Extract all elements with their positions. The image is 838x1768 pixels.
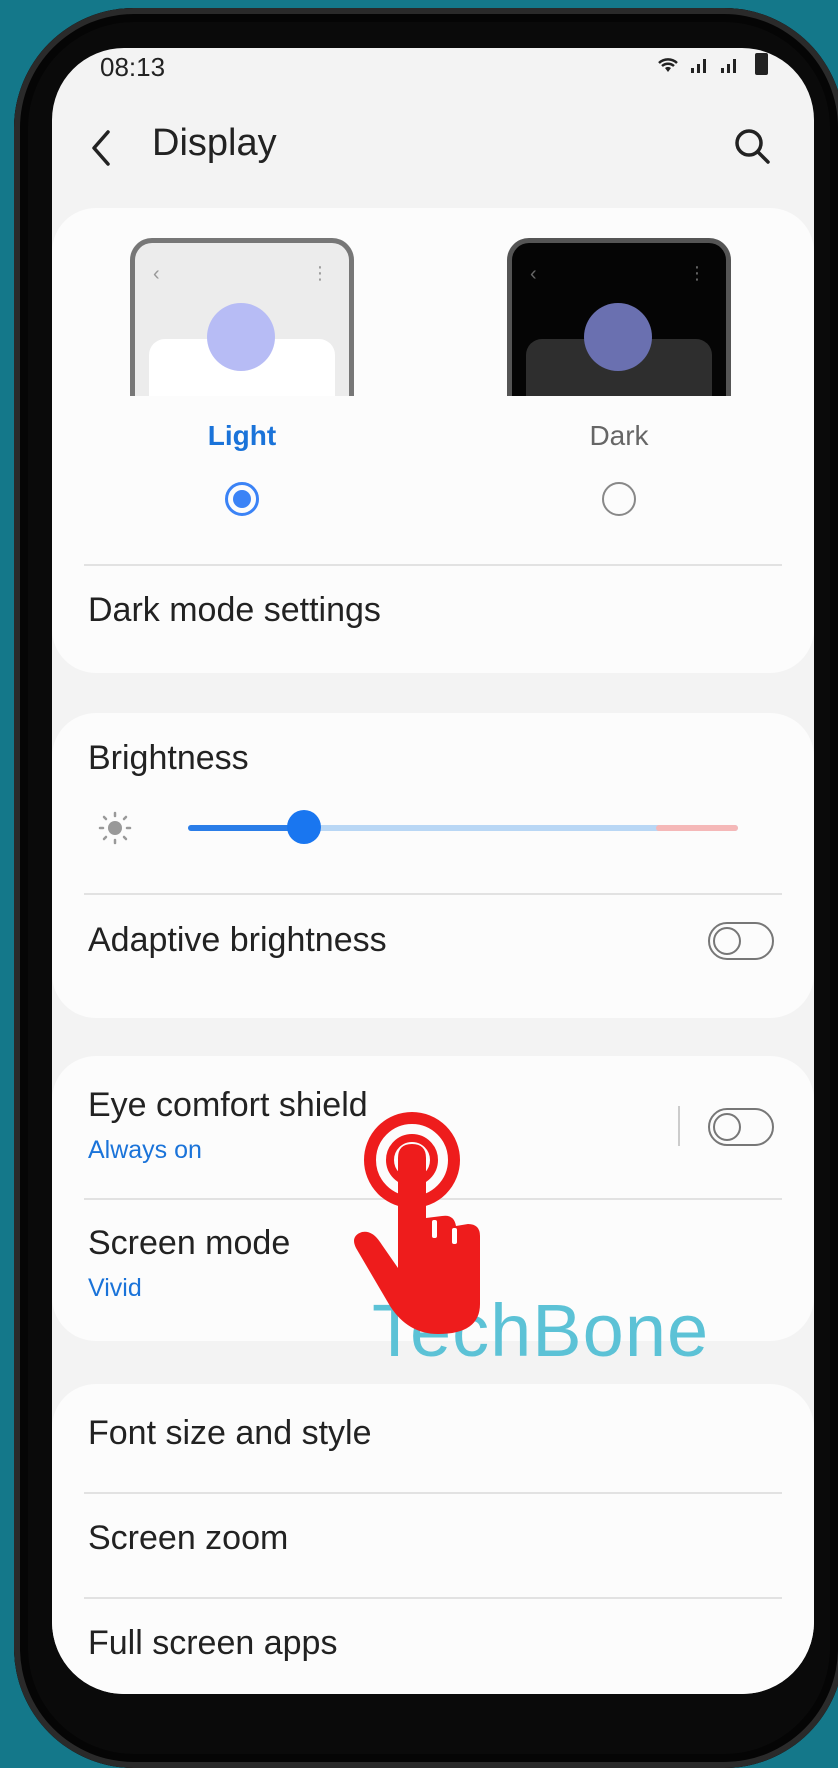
wifi-icon xyxy=(657,58,678,72)
back-arrow-icon[interactable] xyxy=(82,118,122,178)
signal-icon xyxy=(690,59,706,73)
vertical-separator xyxy=(678,1106,680,1146)
preview-more-icon: ⋮ xyxy=(311,263,329,283)
light-mode-option[interactable]: ‹ ⋮ Light xyxy=(130,238,354,516)
dark-mode-option[interactable]: ‹ ⋮ Dark xyxy=(507,238,731,516)
light-mode-preview[interactable]: ‹ ⋮ xyxy=(130,238,354,396)
dark-mode-radio[interactable] xyxy=(602,482,636,516)
screen-mode-label[interactable]: Screen mode xyxy=(88,1224,290,1263)
screen: 08:13 Display ‹ ⋮ Light ‹ ⋮ Dark Dark mo… xyxy=(52,48,814,1694)
brightness-slider-thumb[interactable] xyxy=(286,810,321,844)
divider xyxy=(84,564,782,566)
status-icons xyxy=(655,52,768,78)
tap-hand-icon xyxy=(354,1112,480,1334)
preview-circle xyxy=(207,303,275,371)
preview-back-icon: ‹ xyxy=(153,263,160,285)
dark-mode-settings-item[interactable]: Dark mode settings xyxy=(88,591,778,651)
light-mode-label: Light xyxy=(207,420,277,451)
divider xyxy=(84,893,782,895)
screen-zoom-item[interactable]: Screen zoom xyxy=(88,1519,288,1558)
brightness-slider[interactable] xyxy=(188,825,738,831)
status-time: 08:13 xyxy=(100,52,166,82)
page-title: Display xyxy=(152,122,277,164)
battery-icon xyxy=(755,53,768,75)
preview-circle xyxy=(584,303,652,371)
app-bar: Display xyxy=(52,110,814,190)
search-icon[interactable] xyxy=(728,122,778,172)
dark-mode-preview[interactable]: ‹ ⋮ xyxy=(507,238,731,396)
divider xyxy=(84,1492,782,1494)
dark-mode-label: Dark xyxy=(589,420,649,451)
preview-more-icon: ⋮ xyxy=(688,263,706,283)
signal-icon-2 xyxy=(720,59,736,73)
misc-card: Font size and style Screen zoom Full scr… xyxy=(52,1384,814,1694)
eye-comfort-shield-value: Always on xyxy=(88,1136,202,1164)
divider xyxy=(84,1597,782,1599)
screen-mode-value: Vivid xyxy=(88,1274,142,1302)
light-mode-radio[interactable] xyxy=(225,482,259,516)
brightness-card: Brightness Adaptive brightness xyxy=(52,713,814,1018)
adaptive-brightness-label[interactable]: Adaptive brightness xyxy=(88,921,387,960)
sun-icon xyxy=(98,811,132,845)
font-size-style-item[interactable]: Font size and style xyxy=(88,1414,371,1453)
adaptive-brightness-toggle[interactable] xyxy=(708,922,774,960)
theme-card: ‹ ⋮ Light ‹ ⋮ Dark Dark mode settings xyxy=(52,208,814,673)
preview-back-icon: ‹ xyxy=(530,263,537,285)
eye-comfort-shield-label[interactable]: Eye comfort shield xyxy=(88,1086,368,1125)
status-bar: 08:13 xyxy=(52,48,814,98)
eye-comfort-shield-toggle[interactable] xyxy=(708,1108,774,1146)
brightness-slider-high-zone xyxy=(656,825,738,831)
brightness-label: Brightness xyxy=(88,739,249,777)
full-screen-apps-item[interactable]: Full screen apps xyxy=(88,1624,337,1663)
